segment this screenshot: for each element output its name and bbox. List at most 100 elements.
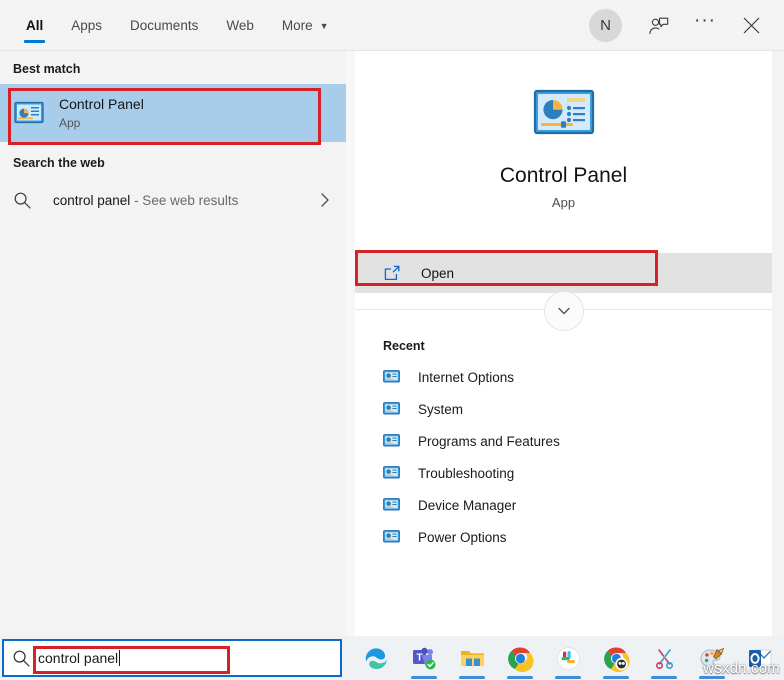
tab-apps-label: Apps xyxy=(71,18,102,33)
taskbar-app-microsoft-teams[interactable]: T xyxy=(400,636,448,680)
chevron-right-icon[interactable] xyxy=(318,191,332,209)
search-flyout: All Apps Documents Web More ▼ N xyxy=(0,0,784,636)
file-explorer-icon xyxy=(459,645,486,672)
web-result-label: control panel - See web results xyxy=(53,193,318,208)
search-header: All Apps Documents Web More ▼ N xyxy=(0,0,784,51)
tab-more[interactable]: More ▼ xyxy=(268,0,343,51)
chrome-profile-icon xyxy=(603,645,630,672)
slack-icon xyxy=(555,645,582,672)
text-cursor xyxy=(119,650,120,666)
search-web-heading: Search the web xyxy=(0,142,346,178)
list-item-label: Troubleshooting xyxy=(418,466,514,481)
right-edge-strip xyxy=(772,51,784,636)
control-panel-small-icon xyxy=(383,465,401,481)
control-panel-small-icon xyxy=(383,369,401,385)
list-item-label: Device Manager xyxy=(418,498,516,513)
control-panel-small-icon xyxy=(383,401,401,417)
microsoft-edge-icon xyxy=(363,645,390,672)
paint-icon xyxy=(699,645,726,672)
person-feedback-icon xyxy=(648,15,670,37)
tab-all-label: All xyxy=(26,18,43,33)
list-item-label: Programs and Features xyxy=(418,434,560,449)
taskbar-app-paint[interactable] xyxy=(688,636,736,680)
expand-actions-button[interactable] xyxy=(544,291,584,331)
control-panel-small-icon xyxy=(383,433,401,449)
ellipsis-icon: ··· xyxy=(694,11,716,30)
svg-text:T: T xyxy=(416,652,422,663)
taskbar-app-chrome-profile[interactable] xyxy=(592,636,640,680)
taskbar-app-microsoft-edge[interactable] xyxy=(352,636,400,680)
close-icon xyxy=(742,16,761,35)
more-options-button[interactable]: ··· xyxy=(682,4,728,48)
search-icon xyxy=(4,649,38,668)
recent-list: Internet Options System xyxy=(355,361,772,553)
search-input-value-wrap: control panel xyxy=(38,650,120,666)
filter-tabs: All Apps Documents Web More ▼ xyxy=(12,0,343,51)
avatar-initial: N xyxy=(600,17,611,34)
tab-web[interactable]: Web xyxy=(212,0,268,51)
snipping-tool-icon xyxy=(651,645,678,672)
header-actions: N ··· xyxy=(589,0,774,51)
microsoft-teams-icon: T xyxy=(411,645,438,672)
tab-more-label: More xyxy=(282,18,313,33)
close-button[interactable] xyxy=(728,4,774,48)
list-item[interactable]: Device Manager xyxy=(355,489,772,521)
chevron-down-icon xyxy=(556,303,572,319)
running-indicator xyxy=(459,676,485,679)
search-input-value: control panel xyxy=(38,650,118,666)
feedback-button[interactable] xyxy=(636,4,682,48)
app-type: App xyxy=(355,195,772,210)
tab-documents[interactable]: Documents xyxy=(116,0,212,51)
web-result-suffix: - See web results xyxy=(130,193,238,208)
app-title: Control Panel xyxy=(355,164,772,188)
list-item[interactable]: System xyxy=(355,393,772,425)
running-indicator xyxy=(651,676,677,679)
list-item-label: Internet Options xyxy=(418,370,514,385)
tab-documents-label: Documents xyxy=(130,18,198,33)
list-item-label: System xyxy=(418,402,463,417)
list-item[interactable]: Internet Options xyxy=(355,361,772,393)
control-panel-icon xyxy=(533,89,595,143)
web-result-row[interactable]: control panel - See web results xyxy=(0,178,346,222)
tab-web-label: Web xyxy=(226,18,254,33)
result-control-panel[interactable]: Control Panel App xyxy=(0,84,346,142)
taskbar-app-google-chrome[interactable] xyxy=(496,636,544,680)
control-panel-icon xyxy=(13,97,45,129)
running-indicator xyxy=(603,676,629,679)
taskbar-app-icons: T xyxy=(352,636,784,680)
result-title: Control Panel xyxy=(59,95,144,113)
running-indicator xyxy=(411,676,437,679)
open-external-icon xyxy=(383,264,405,282)
search-input[interactable]: control panel xyxy=(2,639,342,677)
outlook-icon xyxy=(747,645,774,672)
running-indicator xyxy=(699,676,725,679)
open-label: Open xyxy=(421,266,454,281)
google-chrome-icon xyxy=(507,645,534,672)
tab-apps[interactable]: Apps xyxy=(57,0,116,51)
web-result-query: control panel xyxy=(53,193,130,208)
pane-gap xyxy=(346,51,355,636)
tab-all[interactable]: All xyxy=(12,0,57,51)
taskbar-app-file-explorer[interactable] xyxy=(448,636,496,680)
control-panel-small-icon xyxy=(383,497,401,513)
open-button[interactable]: Open xyxy=(355,253,772,293)
list-item-label: Power Options xyxy=(418,530,507,545)
running-indicator xyxy=(555,676,581,679)
result-subtitle: App xyxy=(59,115,144,131)
chevron-down-icon: ▼ xyxy=(320,22,329,31)
avatar[interactable]: N xyxy=(589,9,622,42)
list-item[interactable]: Power Options xyxy=(355,521,772,553)
taskbar-app-outlook[interactable] xyxy=(736,636,784,680)
taskbar: control panel T xyxy=(0,636,784,680)
list-item[interactable]: Troubleshooting xyxy=(355,457,772,489)
app-hero: Control Panel App xyxy=(355,51,772,210)
result-text: Control Panel App xyxy=(59,95,144,131)
taskbar-app-slack[interactable] xyxy=(544,636,592,680)
list-item[interactable]: Programs and Features xyxy=(355,425,772,457)
search-icon xyxy=(13,191,39,210)
preview-pane: Control Panel App Open Re xyxy=(355,51,772,636)
windows-search-screen: All Apps Documents Web More ▼ N xyxy=(0,0,784,680)
taskbar-app-snipping-tool[interactable] xyxy=(640,636,688,680)
recent-heading: Recent xyxy=(383,339,425,353)
control-panel-small-icon xyxy=(383,529,401,545)
